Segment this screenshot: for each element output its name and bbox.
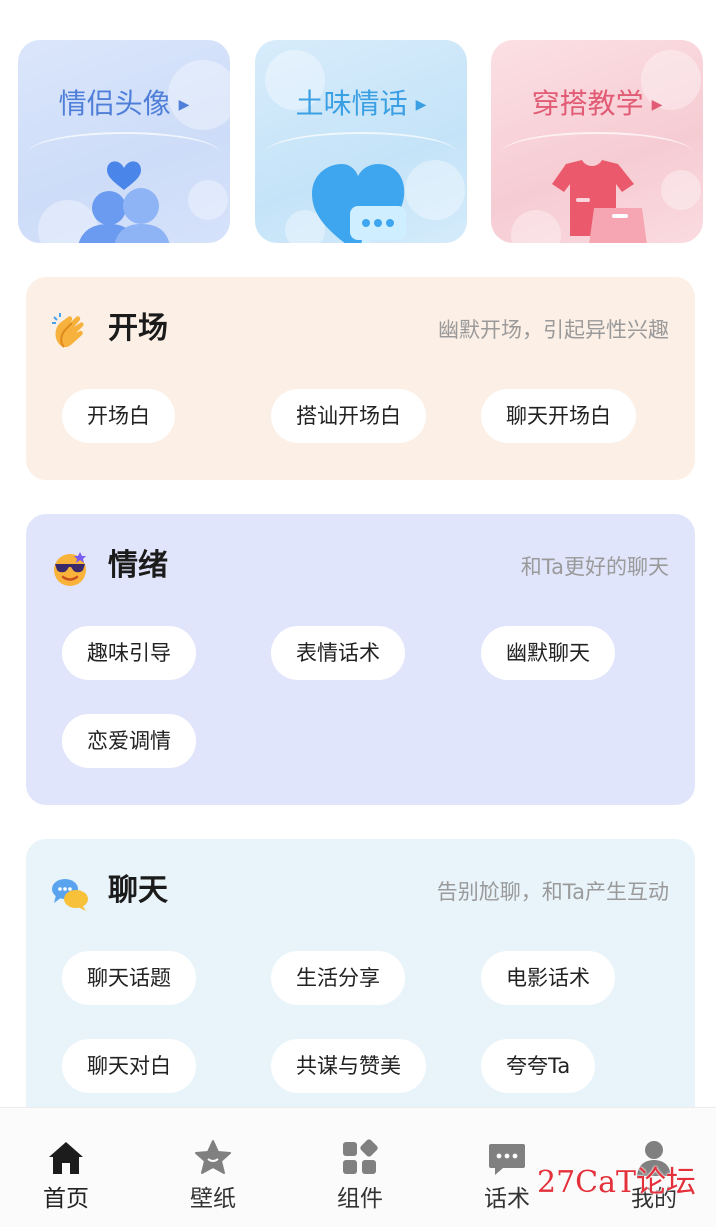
chip-praise-ta[interactable]: 夸夸Ta bbox=[481, 1039, 596, 1093]
section-subtitle: 幽默开场，引起异性兴趣 bbox=[438, 318, 669, 342]
chip-chat-opening[interactable]: 聊天开场白 bbox=[481, 389, 636, 443]
chip-opening-line[interactable]: 开场白 bbox=[62, 389, 175, 443]
chip-fun-guide[interactable]: 趣味引导 bbox=[62, 626, 196, 680]
home-icon bbox=[49, 1142, 83, 1174]
chip-movie-talk[interactable]: 电影话术 bbox=[481, 951, 615, 1005]
section-chat: 聊天 告别尬聊，和Ta产生互动 聊天话题 生活分享 电影话术 聊天对白 共谋与赞… bbox=[26, 839, 695, 1129]
feature-title: 情侣头像 ▶ bbox=[18, 86, 230, 123]
chip-flirting[interactable]: 恋爱调情 bbox=[62, 714, 196, 768]
heart-chat-icon bbox=[312, 164, 406, 243]
chip-humor-chat[interactable]: 幽默聊天 bbox=[481, 626, 615, 680]
star-icon bbox=[195, 1140, 231, 1174]
section-title: 情绪 bbox=[108, 548, 168, 583]
chat-bubbles-icon bbox=[52, 879, 88, 911]
chip-emoji-talk[interactable]: 表情话术 bbox=[271, 626, 405, 680]
watermark-text: 27CaT论坛 bbox=[537, 1165, 697, 1200]
chip-pickup-opening[interactable]: 搭讪开场白 bbox=[271, 389, 426, 443]
chip-compliments[interactable]: 共谋与赞美 bbox=[271, 1039, 426, 1093]
section-subtitle: 和Ta更好的聊天 bbox=[520, 555, 669, 579]
widgets-icon bbox=[343, 1139, 378, 1174]
clapping-hands-icon bbox=[52, 313, 84, 348]
couple-avatar-icon bbox=[78, 161, 170, 243]
feature-title: 土味情话 ▶ bbox=[255, 86, 467, 123]
section-emotion: 情绪 和Ta更好的聊天 趣味引导 表情话术 幽默聊天 恋爱调情 bbox=[26, 514, 695, 805]
chip-life-sharing[interactable]: 生活分享 bbox=[271, 951, 405, 1005]
clothes-icon bbox=[552, 160, 647, 243]
section-title: 聊天 bbox=[108, 873, 168, 908]
arrow-right-icon: ▶ bbox=[651, 97, 663, 113]
nav-label: 首页 bbox=[43, 1186, 89, 1212]
nav-label: 壁纸 bbox=[190, 1186, 236, 1212]
cool-face-icon bbox=[54, 552, 86, 586]
nav-label: 组件 bbox=[337, 1186, 383, 1212]
feature-card-couple-avatar[interactable]: 情侣头像 ▶ bbox=[18, 40, 230, 243]
section-subtitle: 告别尬聊，和Ta产生互动 bbox=[436, 880, 669, 904]
feature-card-love-words[interactable]: 土味情话 ▶ bbox=[255, 40, 467, 243]
chip-chat-topics[interactable]: 聊天话题 bbox=[62, 951, 196, 1005]
feature-card-outfit[interactable]: 穿搭教学 ▶ bbox=[491, 40, 703, 243]
section-opening: 开场 幽默开场，引起异性兴趣 开场白 搭讪开场白 聊天开场白 bbox=[26, 277, 695, 480]
arrow-right-icon: ▶ bbox=[178, 97, 190, 113]
message-icon bbox=[489, 1144, 525, 1175]
nav-wallpaper[interactable]: 壁纸 bbox=[163, 1108, 263, 1227]
feature-title: 穿搭教学 ▶ bbox=[491, 86, 703, 123]
nav-widgets[interactable]: 组件 bbox=[310, 1108, 410, 1227]
chip-chat-dialogue[interactable]: 聊天对白 bbox=[62, 1039, 196, 1093]
arrow-right-icon: ▶ bbox=[415, 97, 427, 113]
nav-home[interactable]: 首页 bbox=[16, 1108, 116, 1227]
section-title: 开场 bbox=[108, 311, 168, 346]
